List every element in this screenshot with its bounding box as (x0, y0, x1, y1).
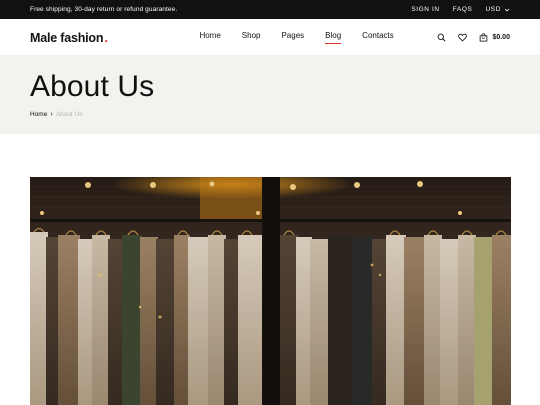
currency-selector[interactable]: USD (485, 6, 510, 13)
top-links: SIGN IN FAQS USD (411, 6, 510, 13)
breadcrumb: Home › About Us (30, 111, 510, 118)
promo-text: Free shipping, 30-day return or refund g… (30, 6, 178, 13)
sign-in-link[interactable]: SIGN IN (411, 6, 439, 13)
nav-item-contacts[interactable]: Contacts (362, 31, 394, 43)
chevron-right-icon: › (50, 111, 53, 118)
heart-icon[interactable] (458, 33, 468, 42)
nav-item-home[interactable]: Home (199, 31, 220, 43)
currency-label: USD (485, 6, 501, 13)
breadcrumb-home-link[interactable]: Home (30, 111, 47, 118)
about-hero-image (30, 177, 511, 405)
nav-item-pages[interactable]: Pages (281, 31, 304, 43)
logo-dot: . (104, 29, 108, 45)
search-icon[interactable] (437, 33, 446, 42)
cart-total: $0.00 (492, 33, 510, 41)
nav-item-shop[interactable]: Shop (242, 31, 261, 43)
logo-text: Male fashion (30, 30, 104, 45)
cart-button[interactable]: $0.00 (479, 32, 510, 42)
main-nav: Home Shop Pages Blog Contacts (199, 31, 394, 44)
top-bar: Free shipping, 30-day return or refund g… (0, 0, 540, 19)
breadcrumb-current: About Us (55, 111, 83, 118)
faqs-link[interactable]: FAQS (453, 6, 473, 13)
main-header: Male fashion. Home Shop Pages Blog Conta… (0, 19, 540, 55)
breadcrumb-section: About Us Home › About Us (0, 55, 540, 134)
clothing-rack-photo (30, 177, 511, 405)
logo[interactable]: Male fashion. (30, 30, 108, 45)
header-icons: $0.00 (437, 32, 510, 42)
nav-item-blog[interactable]: Blog (325, 31, 342, 44)
chevron-down-icon (504, 8, 510, 11)
page-title: About Us (30, 70, 155, 103)
bag-icon (479, 32, 488, 42)
